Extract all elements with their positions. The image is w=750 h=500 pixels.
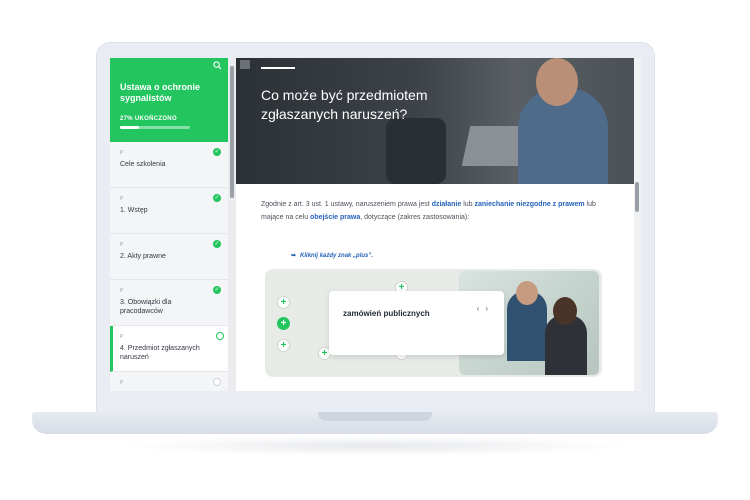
scrollbar-thumb[interactable] <box>635 182 639 212</box>
screen: Ustawa o ochronie sygnalistów 27% UKOŃCZ… <box>110 58 641 391</box>
search-icon[interactable] <box>213 61 222 70</box>
marker-popup: zamówień publicznych ‹› <box>329 291 504 355</box>
popup-text: zamówień publicznych <box>343 309 430 318</box>
text: lub <box>461 201 475 208</box>
intro-paragraph: Zgodnie z art. 3 ust. 1 ustawy, naruszen… <box>261 198 611 224</box>
check-icon: ✓ <box>213 148 221 156</box>
hero-accent-line <box>261 67 295 69</box>
check-icon: ✓ <box>213 240 221 248</box>
menu-icon[interactable] <box>240 60 250 69</box>
photo-person-head <box>516 281 538 305</box>
sidebar-item-label: 4. Przedmiot zgłaszanych naruszeń <box>120 345 200 361</box>
item-type: P <box>120 380 124 386</box>
sidebar-header: Ustawa o ochronie sygnalistów 27% UKOŃCZ… <box>110 58 228 142</box>
sidebar-item-label: 1. Wstęp <box>120 207 148 214</box>
item-type: P <box>120 242 124 248</box>
progress-bar <box>120 126 190 129</box>
laptop-notch <box>318 412 432 421</box>
progress-label: 27% UKOŃCZONO <box>120 116 177 122</box>
sidebar-item-obowiazki[interactable]: P ✓ 3. Obowiązki dla pracodawców <box>110 280 228 326</box>
keyword: zaniechanie niezgodne z prawem <box>474 201 585 208</box>
plus-marker[interactable]: + <box>277 339 290 352</box>
scrollbar-thumb[interactable] <box>230 66 234 198</box>
text: Zgodnie z art. 3 ust. 1 ustawy, naruszen… <box>261 201 432 208</box>
pointer-icon: ➥ <box>291 253 297 259</box>
check-icon: ✓ <box>213 194 221 202</box>
hero-image-person-head <box>536 58 578 106</box>
sidebar-item-label: Cele szkolenia <box>120 161 166 168</box>
sidebar-item-akty-prawne[interactable]: P ✓ 2. Akty prawne <box>110 234 228 280</box>
check-icon: ✓ <box>213 286 221 294</box>
item-type: P <box>120 196 124 202</box>
content-scrollbar[interactable] <box>634 58 641 391</box>
lesson-title: Co może być przedmiotem zgłaszanych naru… <box>261 87 428 122</box>
lesson-content: Co może być przedmiotem zgłaszanych naru… <box>236 58 641 391</box>
sidebar-item-label: 3. Obowiązki dla pracodawców <box>120 299 172 315</box>
plus-marker[interactable]: + <box>277 296 290 309</box>
hero-image-chair <box>386 118 446 184</box>
photo-person-head <box>553 297 577 325</box>
keyword: obejście prawa <box>310 214 361 221</box>
sidebar-item-next[interactable]: P <box>110 372 228 391</box>
chevron-right-icon[interactable]: › <box>485 304 494 313</box>
instruction-hint: ➥ Kliknij każdy znak „plus”. <box>291 252 373 259</box>
course-sidebar: Ustawa o ochronie sygnalistów 27% UKOŃCZ… <box>110 58 228 391</box>
keyword: działanie <box>431 201 462 208</box>
progress-fill <box>120 126 139 129</box>
sidebar-scrollbar[interactable] <box>228 58 236 391</box>
item-type: P <box>120 334 124 340</box>
hint-text: Kliknij każdy znak „plus”. <box>300 253 374 259</box>
not-started-icon <box>213 378 221 386</box>
sidebar-item-cele[interactable]: P ✓ Cele szkolenia <box>110 142 228 188</box>
text: , dotyczące (zakres zastosowania): <box>360 214 470 221</box>
labeled-graphic: + + + + + + zamówień publicznych ‹› <box>265 269 602 377</box>
sidebar-item-przedmiot[interactable]: P 4. Przedmiot zgłaszanych naruszeń <box>110 326 228 372</box>
laptop-shadow <box>120 436 630 456</box>
sidebar-item-label: 2. Akty prawne <box>120 253 166 260</box>
sidebar-item-wstep[interactable]: P ✓ 1. Wstęp <box>110 188 228 234</box>
item-type: P <box>120 150 124 156</box>
hero-banner: Co może być przedmiotem zgłaszanych naru… <box>236 58 634 184</box>
course-title: Ustawa o ochronie sygnalistów <box>120 82 201 103</box>
in-progress-icon <box>216 332 224 340</box>
plus-marker-active[interactable]: + <box>277 317 290 330</box>
item-type: P <box>120 288 124 294</box>
popup-nav: ‹› <box>477 304 494 313</box>
